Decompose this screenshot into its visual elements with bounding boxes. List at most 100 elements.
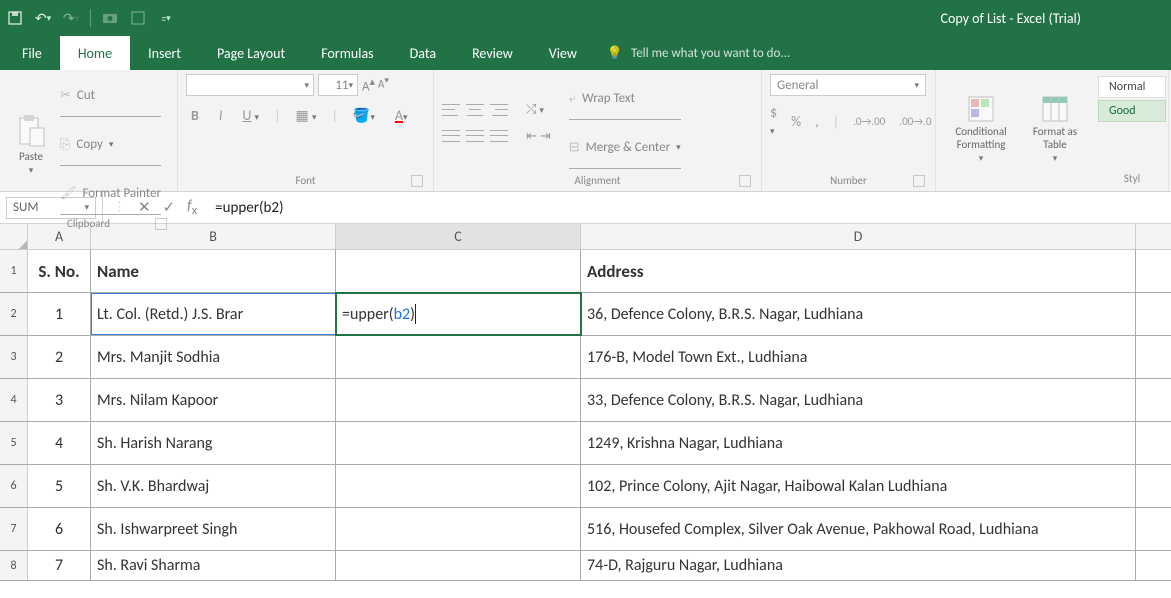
cell-a8[interactable]: 7 — [28, 551, 91, 580]
orientation-button[interactable]: ⤭ ▾ — [526, 102, 551, 117]
cell-c4[interactable] — [336, 379, 581, 421]
percent-format-button[interactable]: % — [791, 113, 801, 130]
cell-d4[interactable]: 33, Defence Colony, B.R.S. Nagar, Ludhia… — [581, 379, 1136, 421]
italic-button[interactable]: I — [214, 104, 228, 127]
qat-customize-icon[interactable]: ꞊▾ — [157, 9, 175, 27]
font-dialog-launcher[interactable] — [411, 175, 423, 187]
camera-icon[interactable] — [101, 9, 119, 27]
format-painter-label: Format Painter — [83, 186, 162, 201]
cell-b6[interactable]: Sh. V.K. Bhardwaj — [91, 465, 336, 507]
vertical-align-buttons[interactable] — [442, 102, 508, 118]
tab-data[interactable]: Data — [392, 36, 454, 70]
tell-me-label: Tell me what you want to do... — [631, 46, 790, 61]
decrease-decimal-button[interactable]: .00→.0 — [899, 115, 931, 128]
touch-mode-icon[interactable] — [129, 9, 147, 27]
bold-button[interactable]: B — [186, 104, 204, 127]
cell-c3[interactable] — [336, 336, 581, 378]
col-header-d[interactable]: D — [581, 224, 1136, 249]
cell-c1[interactable] — [336, 250, 581, 292]
style-good[interactable]: Good — [1098, 100, 1166, 122]
row-header-8[interactable]: 8 — [0, 551, 28, 580]
cell-b8[interactable]: Sh. Ravi Sharma — [91, 551, 336, 580]
tab-formulas[interactable]: Formulas — [303, 36, 391, 70]
cell-b1[interactable]: Name — [91, 250, 336, 292]
cell-d2[interactable]: 36, Defence Colony, B.R.S. Nagar, Ludhia… — [581, 293, 1136, 335]
cell-c8[interactable] — [336, 551, 581, 580]
row-header-3[interactable]: 3 — [0, 336, 28, 378]
conditional-formatting-label: Conditional Formatting — [944, 125, 1018, 151]
comma-format-button[interactable]: , — [815, 113, 819, 130]
save-icon[interactable] — [6, 9, 24, 27]
tab-review[interactable]: Review — [454, 36, 531, 70]
conditional-formatting-button[interactable]: Conditional Formatting▾ — [944, 95, 1018, 164]
cell-c2[interactable]: =upper(b2) — [336, 293, 581, 335]
tab-view[interactable]: View — [531, 36, 595, 70]
number-format-combo[interactable]: General▾ — [770, 74, 926, 96]
cell-a6[interactable]: 5 — [28, 465, 91, 507]
fill-color-button[interactable]: 🪣▾ — [348, 104, 380, 127]
cell-d5[interactable]: 1249, Krishna Nagar, Ludhiana — [581, 422, 1136, 464]
underline-button[interactable]: U ▾ — [237, 104, 264, 127]
tab-page-layout[interactable]: Page Layout — [199, 36, 303, 70]
cell-d3[interactable]: 176-B, Model Town Ext., Ludhiana — [581, 336, 1136, 378]
cell-b7[interactable]: Sh. Ishwarpreet Singh — [91, 508, 336, 550]
cell-a5[interactable]: 4 — [28, 422, 91, 464]
tab-insert[interactable]: Insert — [130, 36, 199, 70]
horizontal-align-buttons[interactable] — [442, 128, 508, 144]
cell-a3[interactable]: 2 — [28, 336, 91, 378]
row-header-2[interactable]: 2 — [0, 293, 28, 335]
group-number: General▾ $ ▾ % , | .0→.00 .00→.0 Number — [762, 70, 936, 191]
formula-input[interactable]: =upper(b2) — [207, 199, 1171, 217]
border-button[interactable]: ▦ ▾ — [291, 104, 322, 127]
fx-icon[interactable]: fx — [187, 197, 197, 218]
cell-d8[interactable]: 74-D, Rajguru Nagar, Ludhiana — [581, 551, 1136, 580]
increase-decimal-button[interactable]: .0→.00 — [853, 115, 885, 128]
spreadsheet-grid[interactable]: A B C D 1 S. No. Name Address 2 1 Lt. Co… — [0, 224, 1171, 581]
cell-a4[interactable]: 3 — [28, 379, 91, 421]
indent-buttons[interactable]: ⇤ ⇥ — [526, 129, 551, 144]
cell-c5[interactable] — [336, 422, 581, 464]
tab-home[interactable]: Home — [60, 36, 130, 70]
format-as-table-button[interactable]: Format as Table▾ — [1022, 95, 1088, 164]
formula-bar: SUM▾ ⋮ ✕ ✓ fx =upper(b2) — [0, 192, 1171, 224]
cell-a7[interactable]: 6 — [28, 508, 91, 550]
wrap-text-button[interactable]: ⤶Wrap Text — [569, 77, 681, 120]
font-size-combo[interactable]: 11▾ — [318, 74, 358, 96]
cell-c6[interactable] — [336, 465, 581, 507]
row-header-6[interactable]: 6 — [0, 465, 28, 507]
paste-button[interactable]: Paste ▾ — [8, 114, 54, 176]
cell-c7[interactable] — [336, 508, 581, 550]
alignment-dialog-launcher[interactable] — [739, 175, 751, 187]
cell-a2[interactable]: 1 — [28, 293, 91, 335]
clipboard-dialog-launcher[interactable] — [155, 218, 167, 230]
merge-center-button[interactable]: ⊟Merge & Center ▾ — [569, 126, 681, 169]
row-header-1[interactable]: 1 — [0, 250, 28, 292]
row-header-4[interactable]: 4 — [0, 379, 28, 421]
font-color-button[interactable]: A▾ — [390, 104, 413, 127]
accounting-format-button[interactable]: $ ▾ — [770, 104, 777, 138]
cell-d6[interactable]: 102, Prince Colony, Ajit Nagar, Haibowal… — [581, 465, 1136, 507]
font-name-combo[interactable]: ▾ — [186, 74, 314, 96]
wrap-text-label: Wrap Text — [582, 91, 635, 106]
copy-button[interactable]: ⎘Copy ▾ — [60, 123, 161, 166]
grow-shrink-font[interactable]: A▴A▾ — [362, 75, 389, 94]
tab-file[interactable]: File — [4, 36, 60, 70]
table-row: 7 6 Sh. Ishwarpreet Singh 516, Housefed … — [0, 508, 1171, 551]
format-painter-button[interactable]: 🖌Format Painter — [60, 172, 161, 215]
undo-icon[interactable]: ↶ ▾ — [34, 9, 52, 27]
row-header-7[interactable]: 7 — [0, 508, 28, 550]
row-header-5[interactable]: 5 — [0, 422, 28, 464]
redo-icon[interactable]: ↷ ▾ — [62, 9, 80, 27]
col-header-c[interactable]: C — [336, 224, 581, 249]
tell-me-search[interactable]: 💡 Tell me what you want to do... — [595, 36, 802, 70]
number-dialog-launcher[interactable] — [913, 175, 925, 187]
cell-b2[interactable]: Lt. Col. (Retd.) J.S. Brar — [91, 293, 336, 335]
cell-a1[interactable]: S. No. — [28, 250, 91, 292]
cell-d1[interactable]: Address — [581, 250, 1136, 292]
cell-b4[interactable]: Mrs. Nilam Kapoor — [91, 379, 336, 421]
cut-button[interactable]: ✂Cut — [60, 74, 161, 117]
cell-b3[interactable]: Mrs. Manjit Sodhia — [91, 336, 336, 378]
cell-d7[interactable]: 516, Housefed Complex, Silver Oak Avenue… — [581, 508, 1136, 550]
cell-b5[interactable]: Sh. Harish Narang — [91, 422, 336, 464]
style-normal[interactable]: Normal — [1098, 76, 1166, 98]
